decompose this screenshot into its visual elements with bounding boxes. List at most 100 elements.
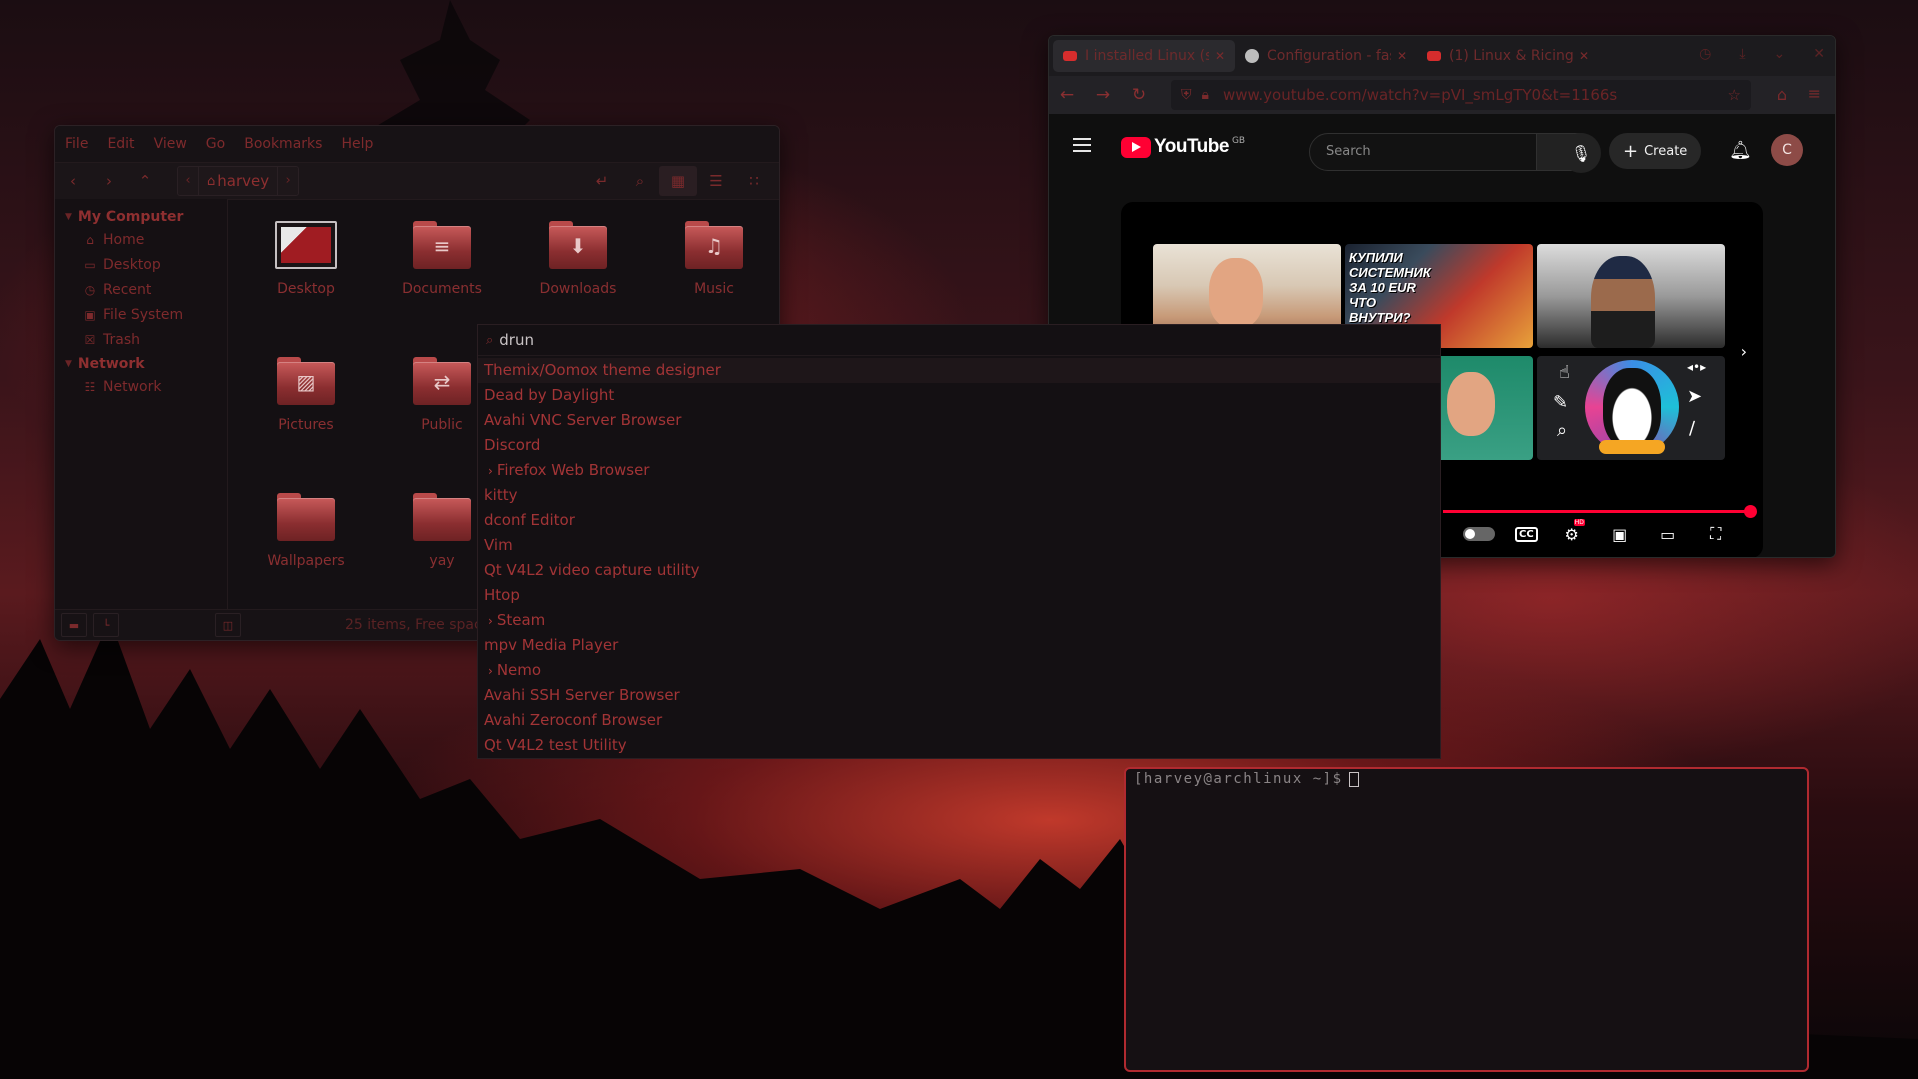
toggle-location-button[interactable]: ↵	[583, 166, 621, 196]
voice-search-button[interactable]: 🎙︎	[1561, 133, 1601, 173]
launcher-item[interactable]: › Steam	[478, 608, 1440, 633]
forward-button[interactable]: ›	[91, 166, 127, 196]
breadcrumb-left-button[interactable]: ‹	[178, 167, 199, 195]
shield-icon[interactable]: ⛨	[1181, 87, 1192, 103]
sidebar-item-trash[interactable]: ☒ Trash	[55, 327, 227, 352]
bookmark-star-icon[interactable]: ☆	[1728, 86, 1741, 104]
create-button[interactable]: + Create	[1609, 133, 1702, 169]
chevron-down-icon[interactable]: ⌄	[1774, 46, 1786, 62]
folder-downloads[interactable]: ⬇ Downloads	[518, 221, 638, 297]
show-places-button[interactable]: ▬	[61, 613, 87, 637]
forward-icon[interactable]: →	[1085, 85, 1121, 105]
menu-icon[interactable]: ≡	[1808, 84, 1821, 103]
theater-mode-icon[interactable]: ▭	[1654, 525, 1682, 544]
app-launcher: ⌕ drun Themix/Oomox theme designer Dead b…	[477, 324, 1441, 759]
sidebar-icon: ◫	[222, 618, 234, 632]
folder-wallpapers[interactable]: Wallpapers	[246, 493, 366, 569]
progress-bar[interactable]	[1443, 510, 1751, 513]
launcher-item[interactable]: Avahi VNC Server Browser	[478, 408, 1440, 433]
fullscreen-icon[interactable]: ⛶	[1702, 524, 1730, 544]
back-icon[interactable]: ←	[1049, 85, 1085, 105]
avatar[interactable]: C	[1771, 134, 1803, 166]
launcher-item[interactable]: › Firefox Web Browser	[478, 458, 1440, 483]
hamburger-icon[interactable]	[1073, 138, 1091, 156]
download-icon[interactable]: ⤓	[1739, 46, 1745, 62]
search-button[interactable]: ⌕	[621, 166, 659, 196]
url-field[interactable]: ⛨ 🔒︎ www.youtube.com/watch?v=pVI_smLgTY0…	[1171, 80, 1751, 110]
up-button[interactable]: ⌃	[127, 166, 163, 196]
endscreen-next-icon[interactable]: ›	[1741, 342, 1747, 361]
github-icon	[1245, 49, 1259, 63]
launcher-item[interactable]: mpv Media Player	[478, 633, 1440, 658]
settings-gear-icon[interactable]: ⚙ HD	[1558, 518, 1586, 544]
youtube-search-input[interactable]: Search	[1309, 133, 1537, 171]
autoplay-toggle[interactable]	[1463, 527, 1495, 541]
folder-music[interactable]: ♫ Music	[654, 221, 774, 297]
arrow-right-icon: ›	[106, 172, 112, 190]
notifications-bell-icon[interactable]: 🔔︎	[1729, 140, 1752, 161]
extensions-icon[interactable]: ⌂	[1777, 85, 1787, 104]
launcher-item[interactable]: Qt V4L2 video capture utility	[478, 558, 1440, 583]
icon-view-button[interactable]: ▦	[659, 166, 697, 196]
sidebar-item-recent[interactable]: ◷ Recent	[55, 277, 227, 302]
menu-bookmarks[interactable]: Bookmarks	[244, 136, 322, 152]
launcher-item[interactable]: Discord	[478, 433, 1440, 458]
folder-pictures[interactable]: ▨ Pictures	[246, 357, 366, 433]
list-view-button[interactable]: ☰	[697, 166, 735, 196]
menu-go[interactable]: Go	[206, 136, 225, 152]
terminal-window[interactable]: [harvey@archlinux ~]$	[1124, 767, 1809, 1072]
close-icon[interactable]: ✕	[1579, 49, 1589, 63]
url-text: www.youtube.com/watch?v=pVI_smLgTY0&t=11…	[1222, 86, 1618, 104]
sidebar-item-home[interactable]: ⌂ Home	[55, 227, 227, 252]
youtube-logo[interactable]: YouTube GB	[1121, 136, 1245, 158]
line-tool-icon: ∕	[1689, 418, 1696, 439]
menu-file[interactable]: File	[65, 136, 88, 152]
sidebar-item-file-system[interactable]: ▣ File System	[55, 302, 227, 327]
sidebar-item-desktop[interactable]: ▭ Desktop	[55, 252, 227, 277]
plus-icon: +	[1623, 140, 1639, 162]
menu-view[interactable]: View	[154, 136, 187, 152]
tab-title: Configuration - fastf	[1267, 48, 1391, 64]
close-window-icon[interactable]: ✕	[1813, 46, 1825, 62]
launcher-item[interactable]: Htop	[478, 583, 1440, 608]
back-button[interactable]: ‹	[55, 166, 91, 196]
folder-desktop[interactable]: Desktop	[246, 221, 366, 297]
history-icon[interactable]: ◷	[1699, 46, 1711, 62]
sidebar-item-network[interactable]: ☷ Network	[55, 374, 227, 399]
launcher-item[interactable]: Dead by Daylight	[478, 383, 1440, 408]
endscreen-video-3[interactable]	[1537, 244, 1725, 348]
breadcrumb-right-button[interactable]: ›	[277, 167, 298, 195]
breadcrumb-home[interactable]: ⌂ harvey	[199, 167, 277, 195]
lock-icon[interactable]: 🔒︎	[1202, 87, 1209, 103]
compact-view-button[interactable]: ∷	[735, 166, 773, 196]
sidebar-header-my-computer[interactable]: ▼ My Computer	[55, 205, 227, 227]
endscreen-video-4[interactable]	[1433, 356, 1533, 460]
menu-edit[interactable]: Edit	[107, 136, 134, 152]
menu-help[interactable]: Help	[341, 136, 373, 152]
nav-bar: ← → ↻ ⛨ 🔒︎ www.youtube.com/watch?v=pVI_s…	[1049, 76, 1835, 114]
reload-icon[interactable]: ↻	[1121, 85, 1157, 105]
launcher-item-label: Avahi Zeroconf Browser	[484, 711, 663, 729]
miniplayer-icon[interactable]: ▣	[1606, 525, 1634, 544]
launcher-item[interactable]: Avahi Zeroconf Browser	[478, 708, 1440, 733]
captions-button[interactable]: CC	[1515, 526, 1538, 542]
launcher-item[interactable]: Themix/Oomox theme designer	[478, 358, 1440, 383]
sidebar-header-network[interactable]: ▼ Network	[55, 352, 227, 374]
launcher-item[interactable]: dconf Editor	[478, 508, 1440, 533]
launcher-item[interactable]: kitty	[478, 483, 1440, 508]
launcher-item[interactable]: Avahi SSH Server Browser	[478, 683, 1440, 708]
folder-documents[interactable]: ≡ Documents	[382, 221, 502, 297]
show-treeview-button[interactable]: └	[93, 613, 119, 637]
launcher-item[interactable]: Qt V4L2 test Utility	[478, 733, 1440, 758]
launcher-item[interactable]: › Nemo	[478, 658, 1440, 683]
scrubber-handle[interactable]	[1744, 505, 1757, 518]
tab-1[interactable]: I installed Linux (so ✕	[1053, 40, 1235, 72]
launcher-input[interactable]: ⌕ drun	[478, 325, 1440, 356]
close-icon[interactable]: ✕	[1215, 49, 1225, 63]
tab-2[interactable]: Configuration - fastf ✕	[1235, 40, 1417, 72]
tab-3[interactable]: (1) Linux & Ricing - Y ✕	[1417, 40, 1599, 72]
hide-sidebar-button[interactable]: ◫	[215, 613, 241, 637]
launcher-item[interactable]: Vim	[478, 533, 1440, 558]
endscreen-video-5[interactable]: ☝ ✎ ⌕ ◂•▸ ➤ ∕	[1537, 356, 1725, 460]
close-icon[interactable]: ✕	[1397, 49, 1407, 63]
